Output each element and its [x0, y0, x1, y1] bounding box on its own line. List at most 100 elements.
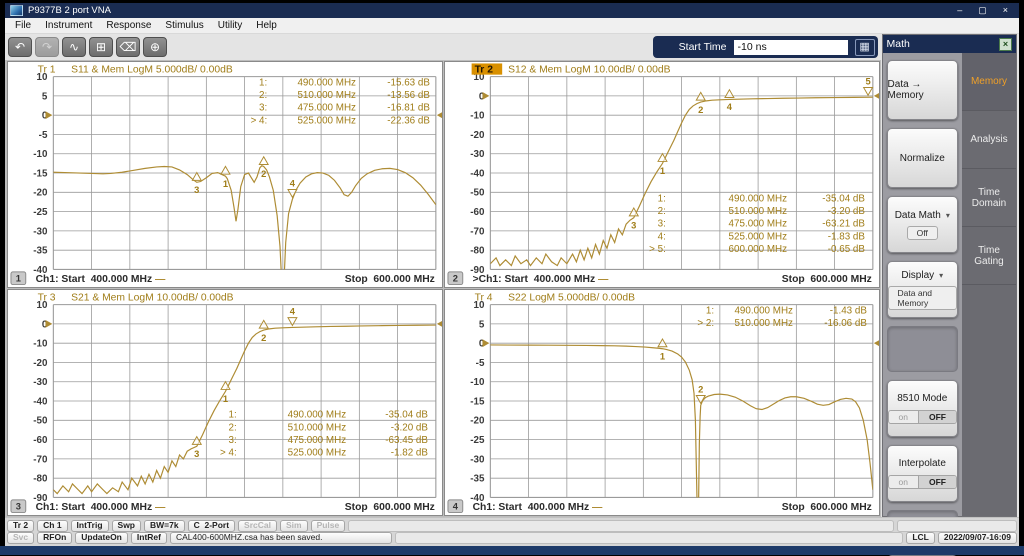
marker-4[interactable]: 4: [723, 88, 735, 112]
status-bw-7k[interactable]: BW=7k: [144, 520, 185, 532]
y-axis-label: -50: [33, 416, 48, 427]
window-title: P9377B 2 port VNA: [28, 5, 111, 16]
menu-file[interactable]: File: [8, 20, 38, 31]
trace-header-label[interactable]: S12 & Mem LogM 10.00dB/ 0.00dB: [508, 65, 671, 76]
math-button-data-math[interactable]: Data Math ▾ Off: [886, 196, 958, 253]
plot-svg-4[interactable]: 1050-5-10-15-20-25-30-35-40Tr 4 S22 LogM …: [445, 290, 879, 515]
ref-level-arrow-right: [873, 340, 879, 346]
y-axis-label: -30: [470, 149, 485, 160]
close-button[interactable]: ×: [1003, 5, 1008, 16]
status-inttrig[interactable]: IntTrig: [70, 520, 109, 532]
menu-response[interactable]: Response: [99, 20, 158, 31]
panel-close-button[interactable]: ×: [999, 37, 1012, 51]
marker-4[interactable]: 4: [287, 307, 298, 327]
math-button-data-memory[interactable]: Data → Memory: [886, 60, 958, 120]
start-time-input[interactable]: [733, 39, 848, 55]
marker-1[interactable]: 1: [220, 165, 231, 189]
add-window-button[interactable]: ⊞: [89, 37, 113, 57]
delete-button[interactable]: ⌫: [116, 37, 140, 57]
marker-5[interactable]: 5: [862, 77, 874, 97]
marker-3[interactable]: 3: [191, 171, 203, 195]
status-rfon[interactable]: RFOn: [37, 532, 73, 544]
trace-header-name[interactable]: Tr 2: [474, 65, 493, 76]
y-axis-label: -20: [33, 358, 48, 369]
status-c-2-port[interactable]: C 2-Port: [187, 520, 236, 532]
window-controls: – ▢ ×: [957, 5, 1014, 16]
math-button-display[interactable]: Display ▾ Data and Memory: [886, 261, 958, 318]
ref-level-arrow-left: [45, 111, 53, 120]
tab-time-gating[interactable]: Time Gating: [962, 227, 1016, 285]
status-swp[interactable]: Swp: [111, 520, 142, 532]
status-intref[interactable]: IntRef: [130, 532, 167, 544]
add-marker-button[interactable]: ∿: [62, 37, 86, 57]
ref-level-arrow-left: [482, 339, 490, 348]
left-column: ↶↷∿⊞⌫⊕ Start Time ▦ 1050-5-10-15-20-25-3…: [5, 34, 881, 517]
toggle-on-segment[interactable]: on: [888, 411, 918, 423]
tab-time-domain[interactable]: Time Domain: [962, 169, 1016, 227]
keypad-button[interactable]: ▦: [854, 38, 875, 56]
y-axis-label: -20: [470, 130, 485, 141]
trace-header-name[interactable]: Tr 4: [474, 293, 492, 304]
title-bar[interactable]: P9377B 2 port VNA – ▢ ×: [5, 3, 1019, 18]
status-ch-1[interactable]: Ch 1: [37, 520, 68, 532]
trace-header-label[interactable]: S21 & Mem LogM 10.00dB/ 0.00dB: [71, 293, 234, 304]
toggle-on-segment[interactable]: on: [888, 476, 918, 488]
toggle-off-segment[interactable]: OFF: [918, 411, 956, 423]
plot-window-4[interactable]: 10 5 0 -5 -10 -15 -20 -25 -30 -35 -40 Tr 4 S22 LogM …: [443, 289, 880, 516]
zoom-button[interactable]: ⊕: [143, 37, 167, 57]
marker-1[interactable]: 1: [656, 337, 668, 361]
marker-table-cell: 490.000 MHz: [734, 305, 793, 316]
sweep-stop-label: Stop 600.000 MHz: [782, 274, 872, 285]
plot-svg-3[interactable]: 100-10-20-30-40-50-60-70-80-90Tr 3 S21 & …: [8, 290, 442, 515]
trace-header-label[interactable]: S22 LogM 5.000dB/ 0.00dB: [508, 293, 635, 304]
marker-table-cell: -3.20 dB: [391, 422, 429, 433]
math-button-interpolate[interactable]: Interpolate on OFF: [886, 445, 958, 502]
ref-level-arrow-right: [873, 93, 879, 99]
plot-grid-lines: [489, 76, 874, 271]
marker-2[interactable]: 2: [258, 155, 270, 179]
marker-table-cell: 510.000 MHz: [288, 422, 347, 433]
plot-window-1[interactable]: 10 5 0 -5 -10 -15 -20 -25 -30 -35 -40 Tr 1 S11 & Mem…: [7, 61, 443, 288]
button-label: 8510 Mode: [897, 393, 948, 404]
chevron-down-icon: ▾: [939, 270, 944, 280]
ref-level-arrow-left: [482, 92, 490, 100]
menu-instrument[interactable]: Instrument: [38, 20, 99, 31]
marker-table-cell: 3:: [657, 219, 665, 230]
math-button-8510-mode[interactable]: 8510 Mode on OFF: [886, 380, 958, 437]
button-label: Data → Memory: [887, 79, 924, 101]
math-button-normalize[interactable]: Normalize: [886, 128, 958, 188]
trace-header-label[interactable]: S11 & Mem LogM 5.000dB/ 0.00dB: [71, 65, 233, 76]
plot-svg-1[interactable]: 1050-5-10-15-20-25-30-35-40Tr 1 S11 & Mem…: [8, 62, 442, 287]
marker-4[interactable]: 4: [287, 179, 298, 199]
marker-table-cell: 3:: [259, 103, 267, 114]
plot-window-2[interactable]: 10 0 -10 -20 -30 -40 -50 -60 -70 -80 -90 Tr 2 S12 & …: [443, 61, 880, 288]
menu-help[interactable]: Help: [249, 20, 284, 31]
window-number: 4: [453, 502, 459, 512]
status-sim: Sim: [279, 520, 308, 532]
minimize-button[interactable]: –: [957, 5, 962, 16]
redo-button[interactable]: ↷: [35, 37, 59, 57]
menu-stimulus[interactable]: Stimulus: [158, 20, 210, 31]
tab-memory[interactable]: Memory: [962, 53, 1016, 111]
menu-utility[interactable]: Utility: [211, 20, 249, 31]
button-label: Interpolate: [898, 458, 946, 469]
marker-table-cell: -63.21 dB: [822, 219, 865, 230]
plot-svg-2[interactable]: 100-10-20-30-40-50-60-70-80-90Tr 2 S12 & …: [445, 62, 879, 287]
marker-2[interactable]: 2: [695, 385, 706, 405]
status-srccal: SrcCal: [238, 520, 277, 532]
trace-header-name[interactable]: Tr 1: [38, 65, 56, 76]
window-number: 2: [453, 274, 458, 284]
tab-analysis[interactable]: Analysis: [962, 111, 1016, 169]
plot-window-3[interactable]: 10 0 -10 -20 -30 -40 -50 -60 -70 -80 -90 Tr 3 S21 & …: [7, 289, 443, 516]
trace-header-name[interactable]: Tr 3: [38, 293, 56, 304]
status-updateon[interactable]: UpdateOn: [75, 532, 128, 544]
toggle-off-segment[interactable]: OFF: [918, 476, 956, 488]
y-axis-label: -80: [33, 474, 48, 485]
status-tr-2[interactable]: Tr 2: [7, 520, 35, 532]
marker-table-cell: 525.000 MHz: [288, 448, 347, 459]
y-axis-label: -20: [33, 188, 48, 199]
undo-button[interactable]: ↶: [8, 37, 32, 57]
undo-icon: ↶: [14, 39, 26, 54]
maximize-button[interactable]: ▢: [978, 5, 987, 16]
redo-icon: ↷: [41, 39, 53, 54]
